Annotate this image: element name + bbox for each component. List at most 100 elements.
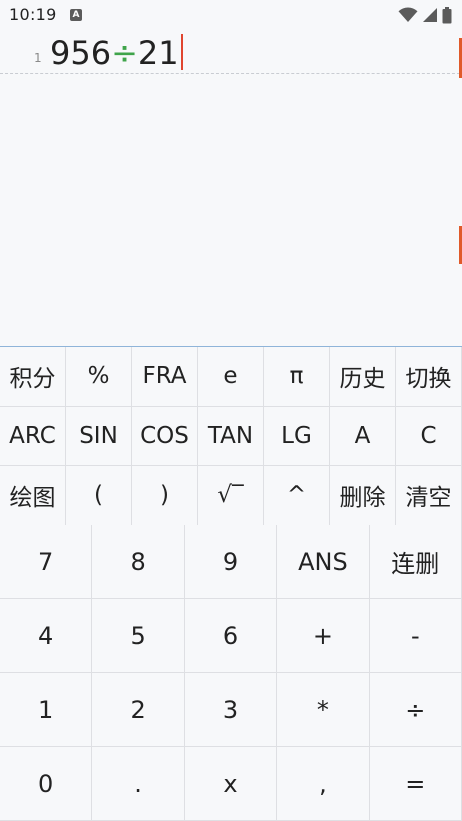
number-key-2-3[interactable]: * <box>277 673 370 747</box>
key-label: LG <box>281 422 312 449</box>
number-key-3-2[interactable]: x <box>184 747 278 821</box>
expression-operand-left: 956 <box>50 34 112 72</box>
status-bar: 10:19 A <box>0 0 462 31</box>
key-label: C <box>420 422 437 449</box>
key-label: % <box>87 363 110 390</box>
key-label: 4 <box>38 621 54 650</box>
function-key-0-0[interactable]: 积分 <box>0 347 66 407</box>
calculator-screen: 10:19 A 1 956÷21 积分% FRA e π 历史 切换 ARC SIN COS T <box>0 0 462 821</box>
key-label: π <box>289 363 304 390</box>
key-label: 删除 <box>339 485 386 512</box>
key-label: x <box>223 769 238 798</box>
number-key-1-0[interactable]: 4 <box>0 599 93 673</box>
status-time: 10:19 <box>9 5 57 24</box>
number-key-0-1[interactable]: 8 <box>92 525 185 599</box>
function-key-grid: 积分% FRA e π 历史 切换 ARC SIN COS TAN LG A C 绘图 () √‾ ^ 删除 清空 <box>0 347 462 526</box>
key-label: ^ <box>286 482 307 509</box>
number-key-3-0[interactable]: 0 <box>0 747 93 821</box>
function-key-0-6[interactable]: 切换 <box>396 347 462 407</box>
key-label: TAN <box>207 422 254 449</box>
key-label: 积分 <box>9 366 56 393</box>
number-key-0-0[interactable]: 7 <box>0 525 93 599</box>
function-key-0-5[interactable]: 历史 <box>330 347 396 407</box>
function-key-2-1[interactable]: ( <box>66 466 132 526</box>
number-key-1-1[interactable]: 5 <box>92 599 185 673</box>
keypad: 积分% FRA e π 历史 切换 ARC SIN COS TAN LG A C 绘图() √‾ ^ 删除 清空 … <box>0 346 462 821</box>
key-label: √‾ <box>217 482 244 509</box>
key-label: 2 <box>130 695 146 724</box>
key-label: ) <box>160 482 169 509</box>
function-key-0-3[interactable]: e <box>198 347 264 407</box>
key-label: - <box>410 621 420 650</box>
key-label: ( <box>94 482 103 509</box>
key-label: + <box>312 621 333 650</box>
key-label: * <box>316 695 329 724</box>
number-key-1-2[interactable]: 6 <box>184 599 278 673</box>
expression-editor[interactable]: 1 956÷21 <box>0 31 460 346</box>
number-key-2-1[interactable]: 2 <box>92 673 185 747</box>
key-label: 切换 <box>405 366 452 393</box>
function-key-0-2[interactable]: FRA <box>132 347 198 407</box>
key-label: SIN <box>79 422 118 449</box>
key-label: 绘图 <box>9 485 56 512</box>
function-key-1-3[interactable]: TAN <box>198 406 264 466</box>
key-label: 9 <box>222 547 239 576</box>
function-key-2-4[interactable]: ^ <box>264 466 330 526</box>
key-label: 清空 <box>405 485 452 512</box>
number-key-0-2[interactable]: 9 <box>184 525 278 599</box>
expression-line[interactable]: 1 956÷21 <box>0 31 460 74</box>
number-key-2-4[interactable]: ÷ <box>369 673 462 747</box>
number-key-2-0[interactable]: 1 <box>0 673 93 747</box>
battery-icon <box>442 6 452 23</box>
number-key-1-3[interactable]: + <box>277 599 370 673</box>
key-label: FRA <box>142 363 187 390</box>
expression-operand-right: 21 <box>137 34 179 72</box>
expression-text[interactable]: 956÷21 <box>50 33 183 73</box>
number-key-2-2[interactable]: 3 <box>184 673 278 747</box>
function-key-2-0[interactable]: 绘图 <box>0 466 66 526</box>
function-key-0-4[interactable]: π <box>264 347 330 407</box>
number-key-3-1[interactable]: . <box>92 747 185 821</box>
key-label: 8 <box>130 547 146 576</box>
function-key-0-1[interactable]: % <box>66 347 132 407</box>
cellular-signal-icon <box>423 8 437 22</box>
key-label: 6 <box>222 621 239 650</box>
function-key-1-5[interactable]: A <box>330 406 396 466</box>
line-number: 1 <box>34 51 42 65</box>
notification-app-icon: A <box>70 9 82 21</box>
key-label: , <box>319 769 327 798</box>
key-label: ARC <box>9 422 56 449</box>
key-label: . <box>134 769 142 798</box>
function-key-2-6[interactable]: 清空 <box>396 466 462 526</box>
key-label: ANS <box>298 547 348 576</box>
key-label: 5 <box>130 621 146 650</box>
function-key-1-1[interactable]: SIN <box>66 406 132 466</box>
expression-operator: ÷ <box>111 34 138 72</box>
number-key-3-4[interactable]: = <box>369 747 462 821</box>
number-key-1-4[interactable]: - <box>369 599 462 673</box>
key-label: ÷ <box>405 695 426 724</box>
function-key-2-5[interactable]: 删除 <box>330 466 396 526</box>
key-label: 0 <box>38 769 54 798</box>
wifi-icon <box>398 7 418 23</box>
key-label: COS <box>140 422 189 449</box>
key-label: 3 <box>222 695 239 724</box>
key-label: = <box>405 769 426 798</box>
key-label: 历史 <box>339 366 386 393</box>
key-label: 7 <box>38 547 54 576</box>
number-key-0-4[interactable]: 连删 <box>369 525 462 599</box>
key-label: 1 <box>38 695 54 724</box>
number-key-3-3[interactable]: , <box>277 747 370 821</box>
system-icons <box>398 6 452 23</box>
function-key-1-4[interactable]: LG <box>264 406 330 466</box>
key-label: e <box>223 363 238 390</box>
function-key-2-3[interactable]: √‾ <box>198 466 264 526</box>
key-label: A <box>354 422 371 449</box>
function-key-2-2[interactable]: ) <box>132 466 198 526</box>
function-key-1-2[interactable]: COS <box>132 406 198 466</box>
key-label: 连删 <box>391 550 440 578</box>
function-key-1-6[interactable]: C <box>396 406 462 466</box>
number-key-0-3[interactable]: ANS <box>277 525 370 599</box>
function-key-1-0[interactable]: ARC <box>0 406 66 466</box>
number-key-grid: 7 8 9 ANS 连删 4 5 6 + - 1 2 3 * ÷ 0. x, = <box>0 525 462 821</box>
